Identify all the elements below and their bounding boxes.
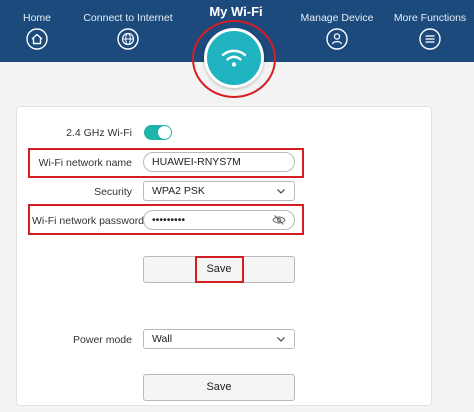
nav-connect-internet[interactable]: Connect to Internet [82,0,174,62]
wifi-icon [221,49,247,67]
highlight-save [195,256,244,283]
power-mode-value: Wall [152,333,173,345]
page-title: My Wi-Fi [209,4,263,19]
power-mode-label: Power mode [73,334,132,346]
save-power-mode-label: Save [206,381,232,393]
nav-manage-device[interactable]: Manage Device [300,0,374,62]
nav-home-label: Home [22,12,51,24]
nav-device-label: Manage Device [300,12,374,24]
save-power-mode-button[interactable]: Save [143,374,295,401]
toggle-knob [158,126,171,139]
nav-home[interactable]: Home [14,0,60,62]
security-select[interactable]: WPA2 PSK [143,181,295,201]
power-mode-select[interactable]: Wall [143,329,295,349]
highlight-password [28,204,304,235]
nav-connect-label: Connect to Internet [83,12,173,24]
nav-more-label: More Functions [393,12,467,24]
home-icon [26,28,48,50]
highlight-network-name [28,148,304,178]
wifi-band-toggle[interactable] [144,125,172,140]
user-icon [326,28,348,50]
chevron-down-icon [277,337,285,342]
nav-more-functions[interactable]: More Functions [388,0,472,62]
chevron-down-icon [277,189,285,194]
wifi-band-label: 2.4 GHz Wi-Fi [66,127,132,139]
nav-my-wifi[interactable] [204,28,264,88]
globe-icon [117,28,139,50]
security-value: WPA2 PSK [152,185,205,197]
menu-icon [419,28,441,50]
security-label: Security [94,186,132,198]
